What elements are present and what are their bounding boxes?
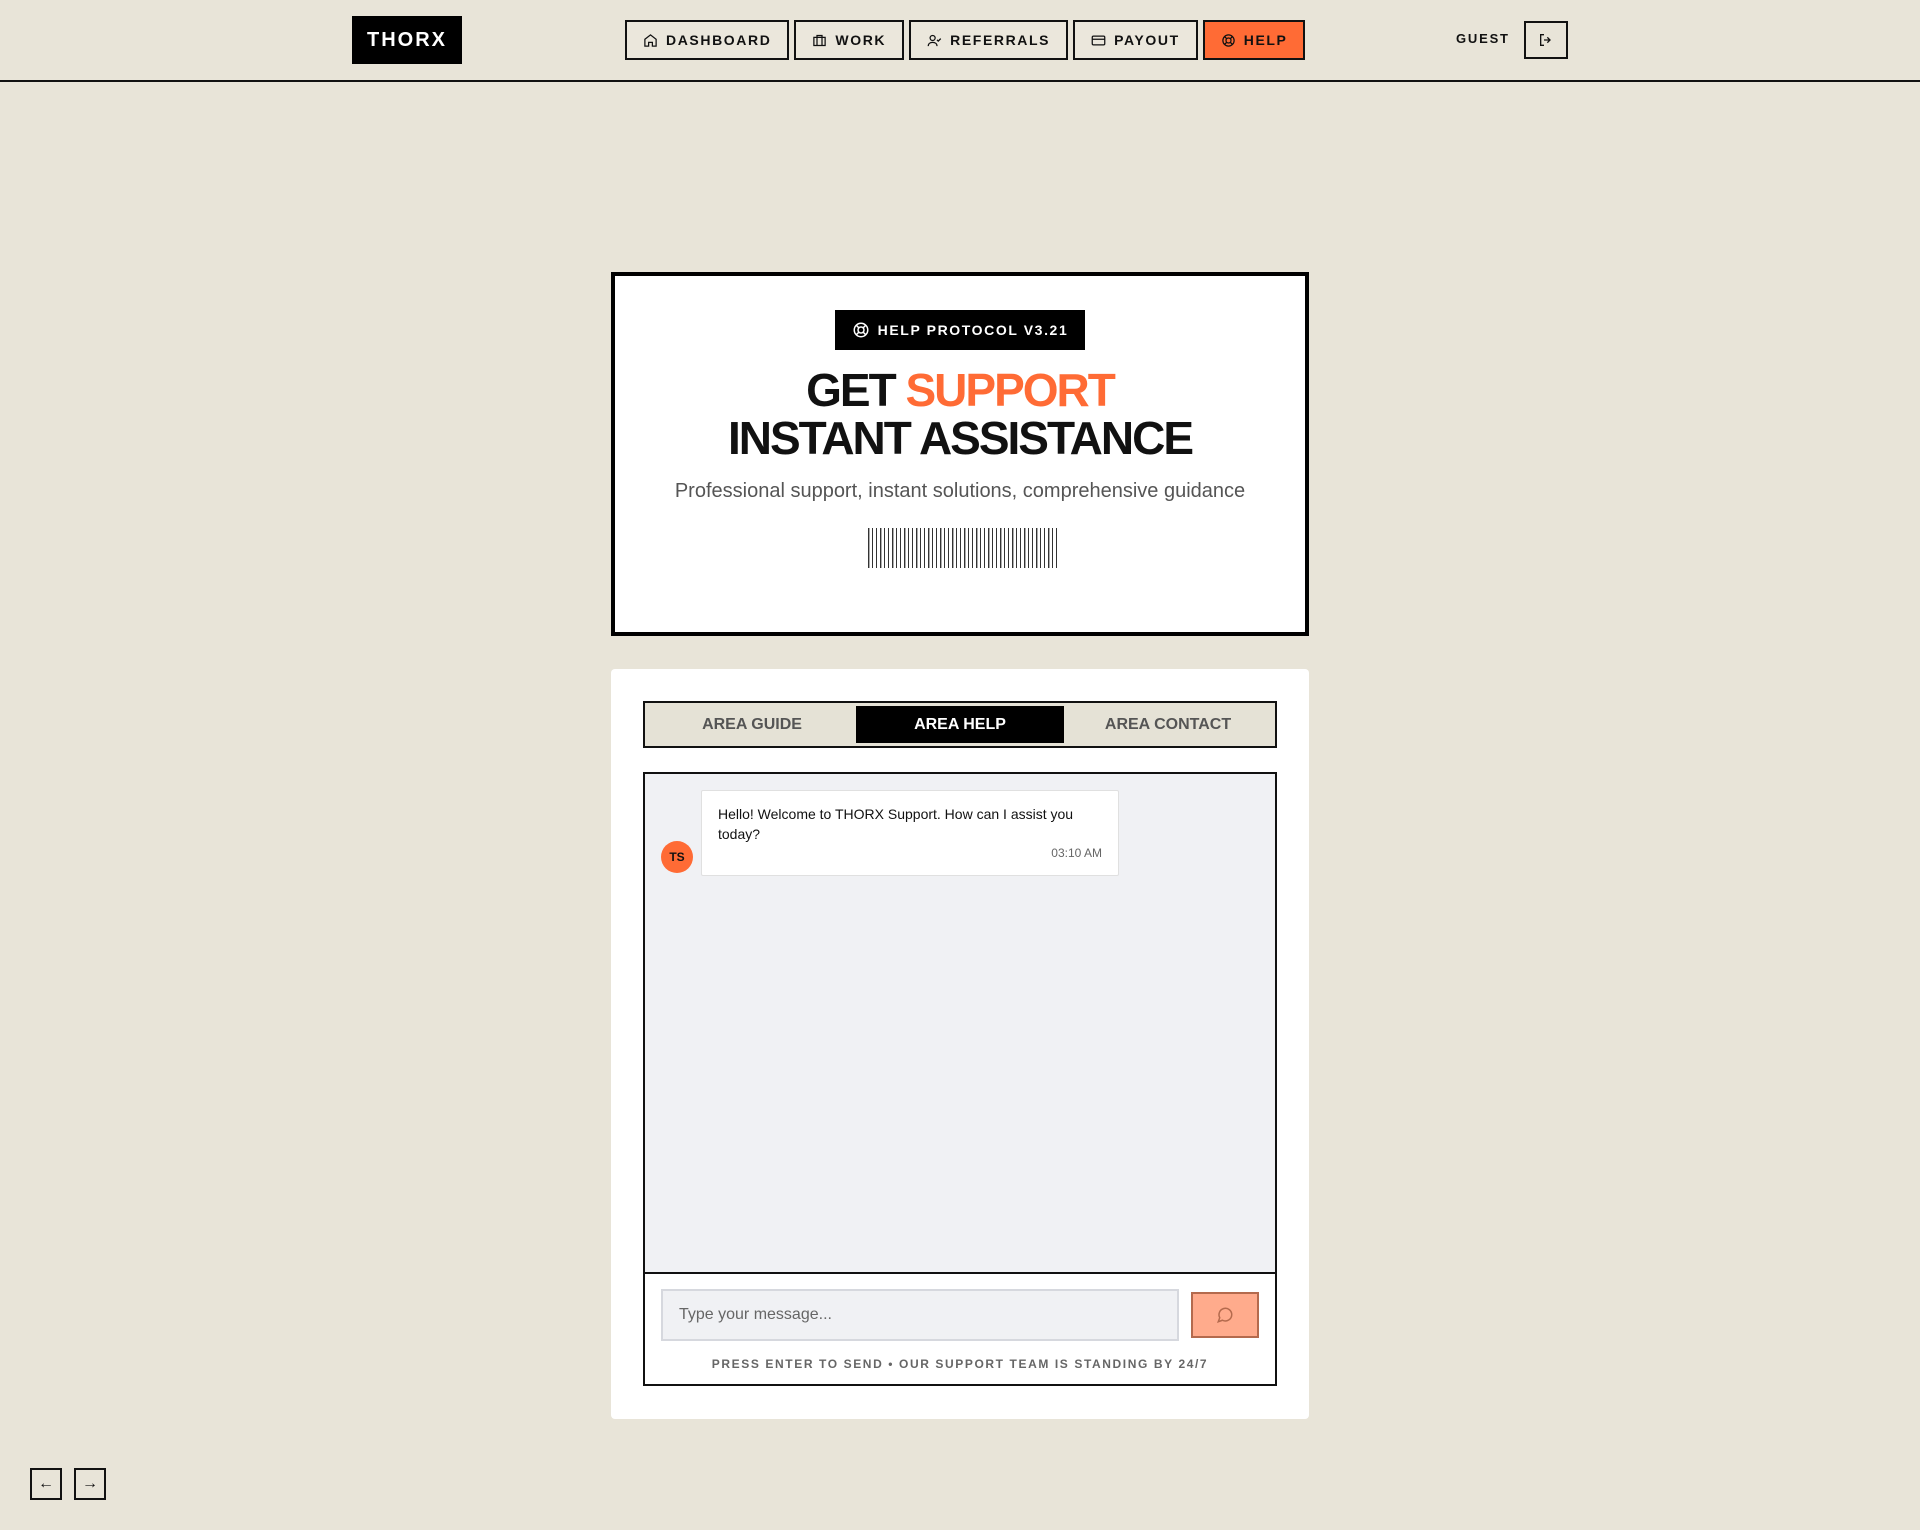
briefcase-icon	[813, 34, 827, 46]
nav-help-button[interactable]: HELP	[1202, 20, 1306, 60]
barcode-graphic	[868, 528, 1057, 568]
badge-label: HELP PROTOCOL V3.21	[877, 322, 1069, 338]
hero-card: HELP PROTOCOL V3.21 GET SUPPORT INSTANT …	[611, 272, 1309, 636]
page-title: GET SUPPORT INSTANT ASSISTANCE	[615, 366, 1305, 462]
support-avatar: TS	[661, 841, 693, 873]
user-label: GUEST	[1456, 31, 1510, 46]
area-tabs: AREA GUIDE AREA HELP AREA CONTACT	[643, 701, 1277, 748]
help-protocol-badge: HELP PROTOCOL V3.21	[835, 310, 1085, 350]
main-nav: DASHBOARD WORK REFERRALS PAYOUT HELP	[625, 20, 1306, 60]
message-circle-icon	[1216, 1307, 1233, 1323]
tab-area-help[interactable]: AREA HELP	[856, 706, 1064, 743]
chat-window: TS Hello! Welcome to THORX Support. How …	[643, 772, 1277, 1386]
hero-subtitle: Professional support, instant solutions,…	[674, 480, 1246, 502]
tab-area-contact[interactable]: AREA CONTACT	[1064, 706, 1272, 743]
lifebuoy-icon	[1221, 33, 1235, 47]
logo[interactable]: THORX	[352, 16, 462, 64]
nav-work-label: WORK	[835, 32, 887, 48]
logout-button[interactable]	[1524, 21, 1568, 59]
title-line-2: INSTANT ASSISTANCE	[727, 412, 1194, 464]
nav-referrals-button[interactable]: REFERRALS	[909, 20, 1069, 60]
title-accent: SUPPORT	[905, 364, 1115, 416]
message-bubble: Hello! Welcome to THORX Support. How can…	[701, 790, 1119, 876]
nav-dashboard-label: DASHBOARD	[666, 32, 772, 48]
tab-area-guide[interactable]: AREA GUIDE	[648, 706, 856, 743]
title-part-1: GET	[806, 364, 906, 416]
nav-payout-label: PAYOUT	[1114, 32, 1180, 48]
nav-work-button[interactable]: WORK	[794, 20, 905, 60]
credit-card-icon	[1091, 35, 1106, 45]
nav-help-label: HELP	[1243, 32, 1288, 48]
user-check-icon	[927, 34, 942, 46]
logout-icon	[1540, 34, 1551, 46]
message-list[interactable]: TS Hello! Welcome to THORX Support. How …	[645, 774, 1275, 1274]
nav-dashboard-button[interactable]: DASHBOARD	[625, 20, 790, 60]
send-button[interactable]	[1191, 1292, 1259, 1338]
support-panel: AREA GUIDE AREA HELP AREA CONTACT TS Hel…	[611, 669, 1309, 1419]
nav-referrals-label: REFERRALS	[950, 32, 1051, 48]
send-hint: PRESS ENTER TO SEND • OUR SUPPORT TEAM I…	[711, 1357, 1209, 1371]
prev-button[interactable]: ←	[30, 1468, 62, 1500]
message-timestamp: 03:10 AM	[1051, 846, 1102, 860]
message-text: Hello! Welcome to THORX Support. How can…	[718, 806, 1074, 842]
top-navigation-bar: THORX DASHBOARD WORK REFERRALS PAYOUT HE…	[0, 0, 1920, 82]
message-input[interactable]: Type your message...	[661, 1289, 1179, 1341]
lifebuoy-icon	[853, 322, 869, 338]
nav-payout-button[interactable]: PAYOUT	[1073, 20, 1198, 60]
home-icon	[644, 33, 657, 47]
next-button[interactable]: →	[74, 1468, 106, 1500]
pager: ← →	[30, 1468, 106, 1500]
